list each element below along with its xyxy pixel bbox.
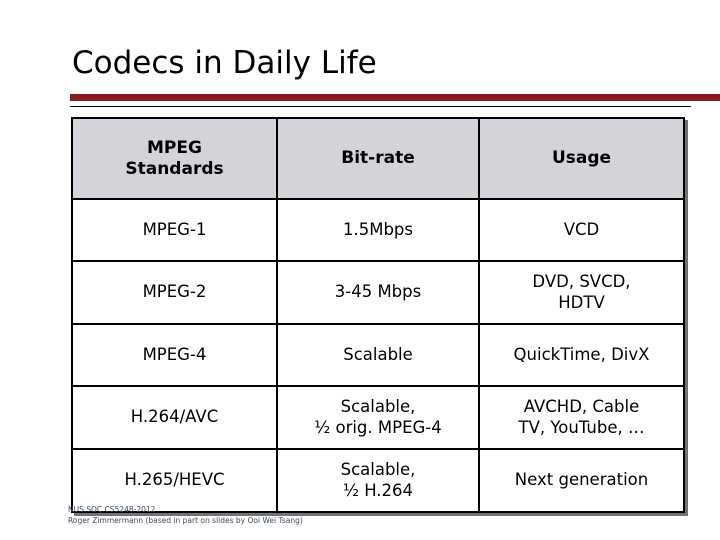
codec-comparison-table: MPEG Standards Bit-rate Usage MPEG-1 1.5…	[71, 117, 685, 513]
cell-standard: MPEG-1	[71, 198, 278, 262]
cell-usage-line2: HDTV	[558, 292, 605, 312]
cell-bitrate-line1: Scalable	[343, 344, 413, 364]
cell-standard: H.265/HEVC	[71, 448, 278, 513]
cell-bitrate: Scalable, ½ orig. MPEG-4	[276, 385, 480, 450]
footer-attribution: Roger Zimmermann (based in part on slide…	[68, 515, 303, 525]
cell-usage: QuickTime, DivX	[478, 323, 685, 387]
cell-standard: MPEG-4	[71, 323, 278, 387]
table-row: H.265/HEVC Scalable, ½ H.264 Next genera…	[71, 448, 685, 513]
cell-usage: Next generation	[478, 448, 685, 513]
table-row: MPEG-2 3-45 Mbps DVD, SVCD, HDTV	[71, 260, 685, 325]
table-row: H.264/AVC Scalable, ½ orig. MPEG-4 AVCHD…	[71, 385, 685, 450]
cell-bitrate-line2: ½ orig. MPEG-4	[314, 417, 442, 437]
table-row: MPEG-1 1.5Mbps VCD	[71, 198, 685, 262]
cell-bitrate-line1: 1.5Mbps	[342, 219, 414, 239]
cell-bitrate: Scalable	[276, 323, 480, 387]
cell-standard: H.264/AVC	[71, 385, 278, 450]
cell-standard: MPEG-2	[71, 260, 278, 325]
cell-bitrate: 3-45 Mbps	[276, 260, 480, 325]
column-header-mpeg-standards-line2: Standards	[125, 158, 224, 179]
column-header-mpeg-standards-line1: MPEG	[147, 137, 202, 158]
cell-bitrate: 1.5Mbps	[276, 198, 480, 262]
column-header-usage: Usage	[478, 117, 685, 200]
cell-usage: VCD	[478, 198, 685, 262]
title-accent-rule	[70, 94, 720, 101]
page-title: Codecs in Daily Life	[72, 45, 377, 81]
slide-footer: NUS.SOC.CS5248-2012 Roger Zimmermann (ba…	[68, 505, 303, 527]
cell-bitrate-line1: Scalable,	[340, 397, 416, 417]
table-header-row: MPEG Standards Bit-rate Usage	[71, 117, 685, 200]
cell-bitrate: Scalable, ½ H.264	[276, 448, 480, 513]
column-header-bit-rate: Bit-rate	[276, 117, 480, 200]
cell-bitrate-line2: ½ H.264	[342, 480, 414, 500]
cell-usage-line1: QuickTime, DivX	[513, 344, 650, 364]
column-header-mpeg-standards: MPEG Standards	[71, 117, 278, 200]
cell-usage-line1: Next generation	[514, 470, 649, 490]
cell-usage-line1: VCD	[563, 219, 600, 239]
cell-usage: DVD, SVCD, HDTV	[478, 260, 685, 325]
cell-bitrate-line1: 3-45 Mbps	[334, 282, 422, 302]
footer-course-code: NUS.SOC.CS5248-2012	[68, 505, 156, 514]
cell-usage-line1: DVD, SVCD,	[532, 272, 631, 292]
codec-table-container: MPEG Standards Bit-rate Usage MPEG-1 1.5…	[71, 117, 685, 513]
cell-bitrate-line1: Scalable,	[340, 460, 416, 480]
cell-usage: AVCHD, Cable TV, YouTube, …	[478, 385, 685, 450]
cell-usage-line1: AVCHD, Cable	[523, 397, 640, 417]
title-thin-rule	[70, 106, 691, 107]
cell-usage-line2: TV, YouTube, …	[518, 417, 645, 437]
table-row: MPEG-4 Scalable QuickTime, DivX	[71, 323, 685, 387]
